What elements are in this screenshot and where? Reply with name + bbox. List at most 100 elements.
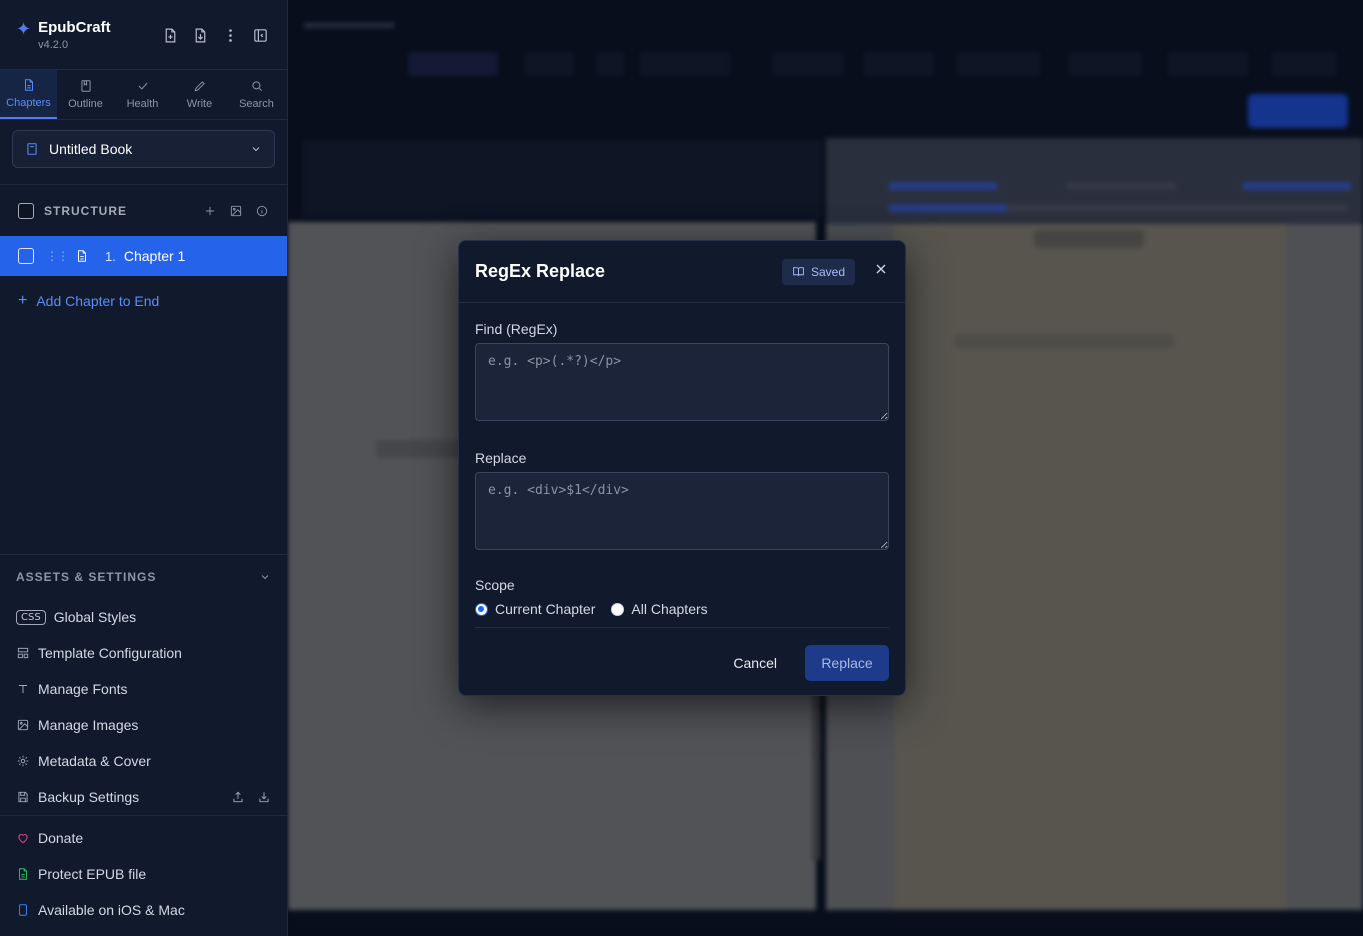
chevron-down-icon	[252, 147, 260, 152]
gear-icon	[17, 755, 29, 767]
saved-badge[interactable]: Saved	[781, 258, 855, 285]
tab-search[interactable]: Search	[228, 70, 285, 119]
dialog-title: RegEx Replace	[475, 261, 606, 281]
assets-title: ASSETS & SETTINGS	[16, 570, 157, 584]
tab-label: Outline	[68, 98, 103, 110]
more-vertical-icon[interactable]	[221, 24, 239, 46]
tab-label: Write	[186, 98, 213, 110]
image-icon[interactable]	[229, 204, 243, 218]
layout-icon	[17, 647, 29, 659]
plus-icon[interactable]	[203, 204, 217, 218]
sidebar-footer: Donate Protect EPUB file Available on iO…	[0, 815, 287, 936]
app-name: EpubCraft	[38, 18, 111, 36]
info-icon[interactable]	[255, 204, 269, 218]
close-button[interactable]	[873, 261, 889, 282]
replace-input[interactable]	[475, 472, 889, 550]
global-styles-item[interactable]: CSS Global Styles	[0, 599, 287, 635]
upload-icon[interactable]	[231, 790, 245, 804]
drag-handle-icon[interactable]: ⋮⋮	[46, 249, 69, 263]
item-label: Global Styles	[53, 609, 137, 625]
image-icon	[17, 719, 29, 731]
css-icon: CSS	[16, 609, 46, 625]
chapter-number: 1.	[105, 248, 116, 264]
manage-images-item[interactable]: Manage Images	[0, 707, 287, 743]
book-open-icon	[793, 267, 804, 276]
available-ios-mac-item[interactable]: Available on iOS & Mac	[0, 892, 287, 928]
manage-fonts-item[interactable]: Manage Fonts	[0, 671, 287, 707]
item-label: Manage Fonts	[38, 681, 128, 697]
dialog-header: RegEx Replace Saved	[459, 241, 905, 303]
heart-icon	[18, 834, 28, 844]
regex-replace-dialog: RegEx Replace Saved Find (RegEx) Replace…	[458, 240, 906, 696]
dialog-body: Find (RegEx) Replace Scope Current Chapt…	[459, 303, 905, 617]
tab-outline[interactable]: Outline	[57, 70, 114, 119]
plus-icon: +	[18, 292, 28, 309]
tab-chapters[interactable]: Chapters	[0, 70, 57, 119]
item-label: Template Configuration	[38, 645, 182, 661]
new-file-icon[interactable]	[161, 24, 179, 46]
add-chapter-label: Add Chapter to End	[36, 293, 160, 309]
chapter-row[interactable]: ⋮⋮ 1. Chapter 1	[0, 236, 287, 276]
backup-settings-item[interactable]: Backup Settings	[0, 779, 287, 815]
scope-current-chapter-radio[interactable]	[475, 602, 488, 616]
file-icon	[24, 79, 33, 91]
tablet-icon	[19, 904, 27, 916]
check-icon	[138, 82, 147, 90]
search-icon	[251, 81, 262, 92]
structure-header: STRUCTURE	[0, 184, 287, 236]
book-select-value: Untitled Book	[49, 141, 133, 157]
document-icon	[78, 250, 86, 262]
assets-header[interactable]: ASSETS & SETTINGS	[0, 555, 287, 599]
app-version: v4.2.0	[38, 38, 69, 51]
chevron-down-icon	[261, 575, 269, 580]
template-configuration-item[interactable]: Template Configuration	[0, 635, 287, 671]
find-regex-input[interactable]	[475, 343, 889, 421]
file-lock-icon	[19, 868, 27, 880]
sparkle-icon: ✦	[16, 19, 32, 39]
save-icon	[18, 791, 28, 803]
replace-label: Replace	[475, 450, 527, 466]
item-label: Donate	[38, 830, 84, 846]
item-label: Metadata & Cover	[38, 753, 151, 769]
collapse-sidebar-icon[interactable]	[251, 24, 269, 46]
item-label: Protect EPUB file	[38, 866, 147, 882]
dialog-footer: Cancel Replace	[475, 627, 889, 697]
scope-option-label[interactable]: Current Chapter	[495, 601, 595, 617]
book-select[interactable]: Untitled Book	[12, 130, 275, 168]
find-label: Find (RegEx)	[475, 321, 558, 337]
select-all-checkbox[interactable]	[18, 202, 34, 219]
assets-section: ASSETS & SETTINGS CSS Global Styles Temp…	[0, 554, 287, 815]
metadata-cover-item[interactable]: Metadata & Cover	[0, 743, 287, 779]
tab-label: Chapters	[6, 97, 51, 109]
donate-item[interactable]: Donate	[0, 820, 287, 856]
download-icon[interactable]	[257, 790, 271, 804]
sidebar: ✦ EpubCraft v4.2.0 Chapters Outline Heal…	[0, 0, 288, 936]
import-file-icon[interactable]	[191, 24, 209, 46]
replace-button[interactable]: Replace	[805, 644, 889, 681]
scope-all-chapters-radio[interactable]	[611, 602, 625, 616]
add-chapter-button[interactable]: + Add Chapter to End	[0, 276, 287, 326]
structure-title: STRUCTURE	[44, 203, 127, 218]
brand-header: ✦ EpubCraft v4.2.0	[0, 0, 287, 70]
sidebar-tabs: Chapters Outline Health Write Search	[0, 70, 287, 120]
tab-health[interactable]: Health	[114, 70, 171, 119]
type-icon	[18, 685, 28, 694]
scope-label: Scope	[475, 577, 515, 593]
bookmark-icon	[80, 80, 91, 92]
pen-icon	[194, 81, 205, 92]
protect-epub-item[interactable]: Protect EPUB file	[0, 856, 287, 892]
scope-option-label[interactable]: All Chapters	[631, 601, 707, 617]
tab-label: Search	[239, 98, 274, 110]
cancel-button[interactable]: Cancel	[733, 655, 777, 671]
chapter-title: Chapter 1	[123, 248, 186, 264]
scope-options: Current Chapter All Chapters	[475, 601, 889, 617]
item-label: Manage Images	[38, 717, 139, 733]
close-icon	[876, 264, 886, 274]
book-icon	[27, 143, 37, 155]
tab-write[interactable]: Write	[171, 70, 228, 119]
saved-label: Saved	[810, 264, 845, 279]
chapter-checkbox[interactable]	[18, 248, 34, 264]
item-label: Available on iOS & Mac	[38, 902, 185, 918]
tab-label: Health	[126, 98, 159, 110]
item-label: Backup Settings	[38, 789, 140, 805]
